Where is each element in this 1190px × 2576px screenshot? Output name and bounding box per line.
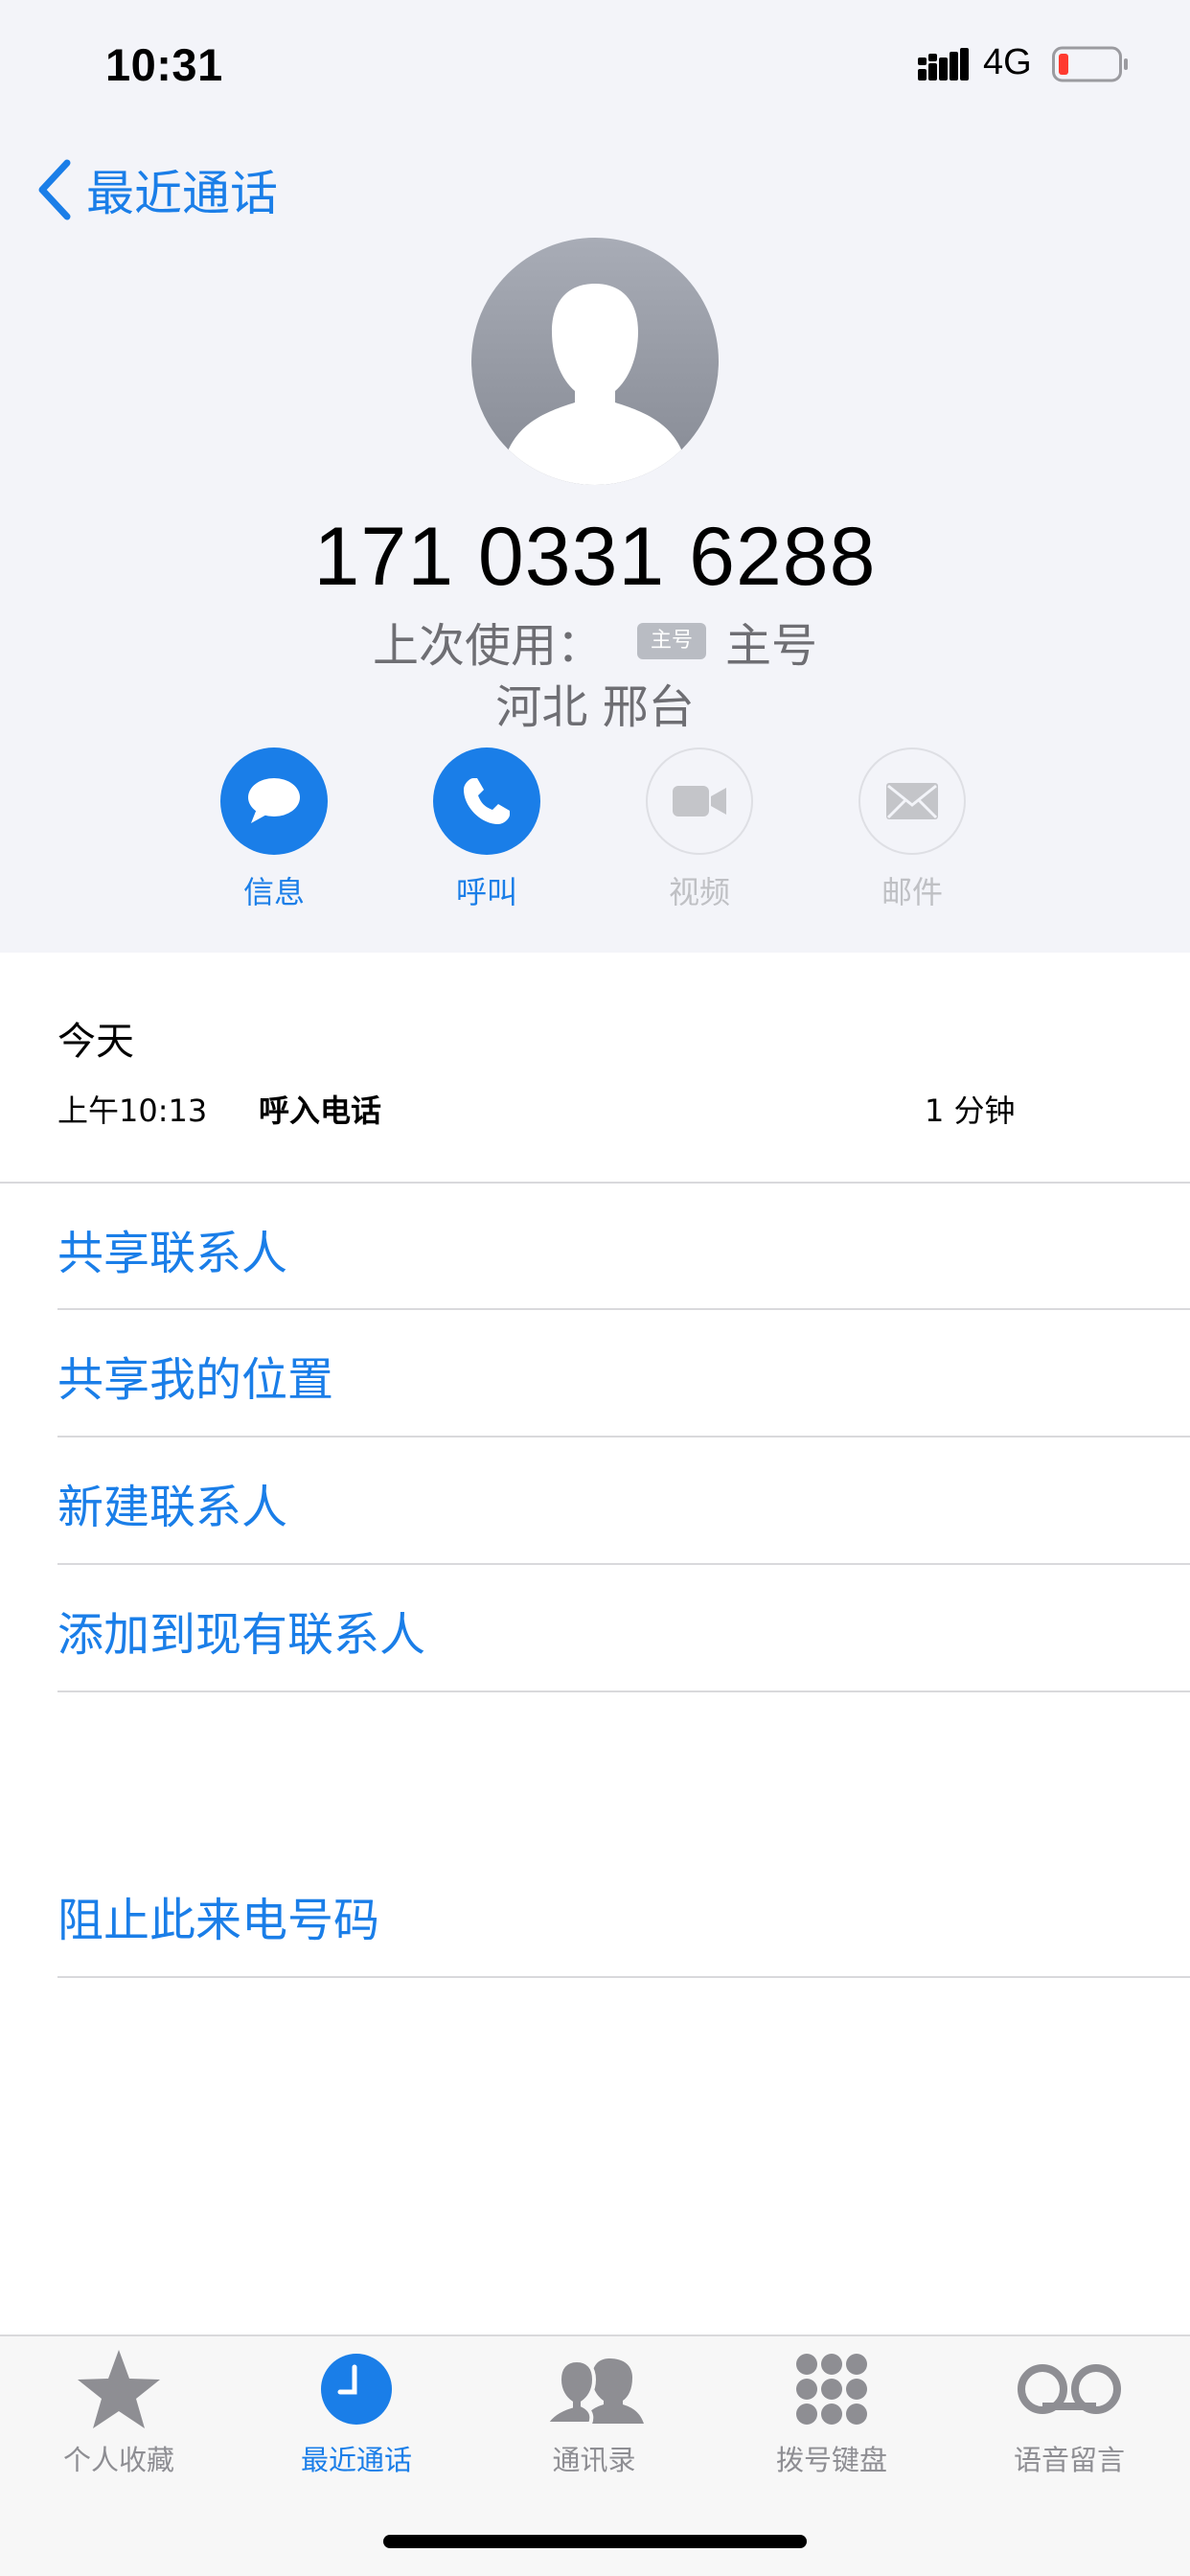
back-button[interactable]: 最近通话 xyxy=(34,153,278,226)
call-action-label: 呼叫 xyxy=(455,874,517,910)
history-date: 今天 xyxy=(57,1020,134,1064)
row-divider xyxy=(57,1436,1190,1438)
row-divider xyxy=(57,1690,1190,1692)
phone-number: 171 0331 6288 xyxy=(313,511,877,603)
home-indicator[interactable] xyxy=(383,2535,807,2548)
video-camera-icon xyxy=(646,748,753,855)
block-caller-button[interactable]: 阻止此来电号码 xyxy=(57,1882,379,1949)
row-divider xyxy=(57,1976,1190,1978)
message-bubble-icon xyxy=(220,748,328,855)
share-contact-button[interactable]: 共享联系人 xyxy=(57,1215,287,1282)
tab-label: 语音留言 xyxy=(1013,2444,1125,2476)
clock-icon xyxy=(304,2348,409,2430)
number-location: 河北 邢台 xyxy=(495,680,695,734)
tab-keypad[interactable]: 拨号键盘 xyxy=(736,2348,927,2478)
keypad-icon xyxy=(779,2348,884,2430)
share-location-button[interactable]: 共享我的位置 xyxy=(57,1342,333,1409)
video-action-button[interactable]: 视频 xyxy=(613,748,786,912)
row-divider xyxy=(57,1308,1190,1310)
history-row: 上午10:13 呼入电话 1 分钟 xyxy=(57,1087,1016,1135)
status-time: 10:31 xyxy=(105,39,223,90)
tab-favorites[interactable]: 个人收藏 xyxy=(23,2348,215,2478)
section-divider xyxy=(0,1182,1190,1184)
tab-label: 最近通话 xyxy=(300,2444,412,2476)
phone-icon xyxy=(433,748,540,855)
avatar xyxy=(471,238,719,485)
line-badge: 主号 xyxy=(636,623,706,659)
message-action-button[interactable]: 信息 xyxy=(188,748,360,912)
call-time: 上午10:13 xyxy=(57,1092,208,1129)
row-divider xyxy=(57,1563,1190,1565)
line-name: 主号 xyxy=(725,619,818,673)
person-silhouette-icon xyxy=(471,238,719,485)
envelope-icon xyxy=(858,748,966,855)
star-icon xyxy=(66,2348,172,2430)
back-label: 最近通话 xyxy=(86,166,278,221)
call-action-button[interactable]: 呼叫 xyxy=(400,748,573,912)
voicemail-icon xyxy=(1017,2348,1122,2430)
call-duration: 1 分钟 xyxy=(925,1092,1016,1129)
create-contact-button[interactable]: 新建联系人 xyxy=(57,1469,287,1536)
chevron-left-icon xyxy=(38,159,71,220)
tab-label: 个人收藏 xyxy=(62,2444,174,2476)
add-to-existing-contact-button[interactable]: 添加到现有联系人 xyxy=(57,1597,425,1664)
mail-action-label: 邮件 xyxy=(881,874,943,910)
tab-contacts[interactable]: 通讯录 xyxy=(498,2348,690,2478)
network-type: 4G xyxy=(983,42,1032,82)
battery-low-icon xyxy=(1052,46,1128,82)
tab-voicemail[interactable]: 语音留言 xyxy=(973,2348,1165,2478)
mail-action-button[interactable]: 邮件 xyxy=(826,748,998,912)
video-action-label: 视频 xyxy=(668,874,730,910)
call-type: 呼入电话 xyxy=(259,1092,382,1129)
last-used-prefix: 上次使用： xyxy=(372,619,603,673)
last-used-line: 上次使用： 主号 主号 xyxy=(0,608,1190,675)
tab-label: 拨号键盘 xyxy=(775,2444,887,2476)
message-action-label: 信息 xyxy=(242,874,305,910)
contacts-icon xyxy=(541,2348,647,2430)
cellular-signal-icon xyxy=(918,48,969,80)
tab-recents[interactable]: 最近通话 xyxy=(261,2348,452,2478)
tab-label: 通讯录 xyxy=(552,2444,636,2476)
